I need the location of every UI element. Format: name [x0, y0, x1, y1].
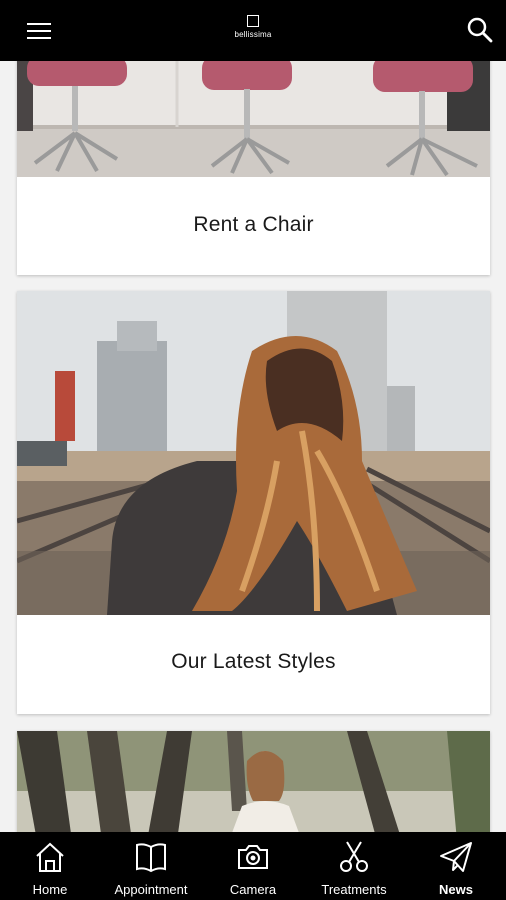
tab-label: News: [439, 882, 473, 897]
tab-news[interactable]: News: [406, 832, 506, 900]
tab-label: Appointment: [114, 882, 188, 897]
search-icon[interactable]: [466, 16, 494, 44]
app-logo: bellissima: [233, 15, 273, 45]
card-bridal[interactable]: [17, 731, 490, 832]
card-title: Our Latest Styles: [171, 650, 336, 673]
bottom-navigation: Home Appointment Camera Treatments News: [0, 832, 506, 900]
card-title: Rent a Chair: [193, 213, 314, 236]
logo-wordmark: bellissima: [234, 30, 272, 39]
camera-icon: [238, 845, 268, 869]
tab-appointment[interactable]: Appointment: [101, 832, 201, 900]
tab-home[interactable]: Home: [0, 832, 100, 900]
logo-mark: [247, 15, 259, 27]
hamburger-menu-icon[interactable]: [24, 18, 56, 44]
top-app-bar: bellissima: [0, 0, 506, 61]
bride-between-trees-photo: [17, 731, 490, 832]
salon-chairs-photo: [17, 61, 490, 177]
scissors-icon: [340, 841, 368, 872]
tab-treatments[interactable]: Treatments: [304, 832, 404, 900]
card-rent-a-chair[interactable]: Rent a Chair: [17, 61, 490, 275]
tab-label: Home: [32, 882, 68, 897]
tab-camera[interactable]: Camera: [203, 832, 303, 900]
tab-label: Camera: [229, 882, 277, 897]
card-our-latest-styles[interactable]: Our Latest Styles: [17, 291, 490, 714]
tab-label: Treatments: [321, 882, 387, 897]
woman-long-hair-on-railway-photo: [17, 291, 490, 615]
content-feed[interactable]: Rent a Chair Our Latest Styles: [0, 61, 506, 832]
book-icon: [136, 843, 166, 873]
home-icon: [36, 842, 64, 872]
paper-plane-icon: [440, 842, 472, 872]
